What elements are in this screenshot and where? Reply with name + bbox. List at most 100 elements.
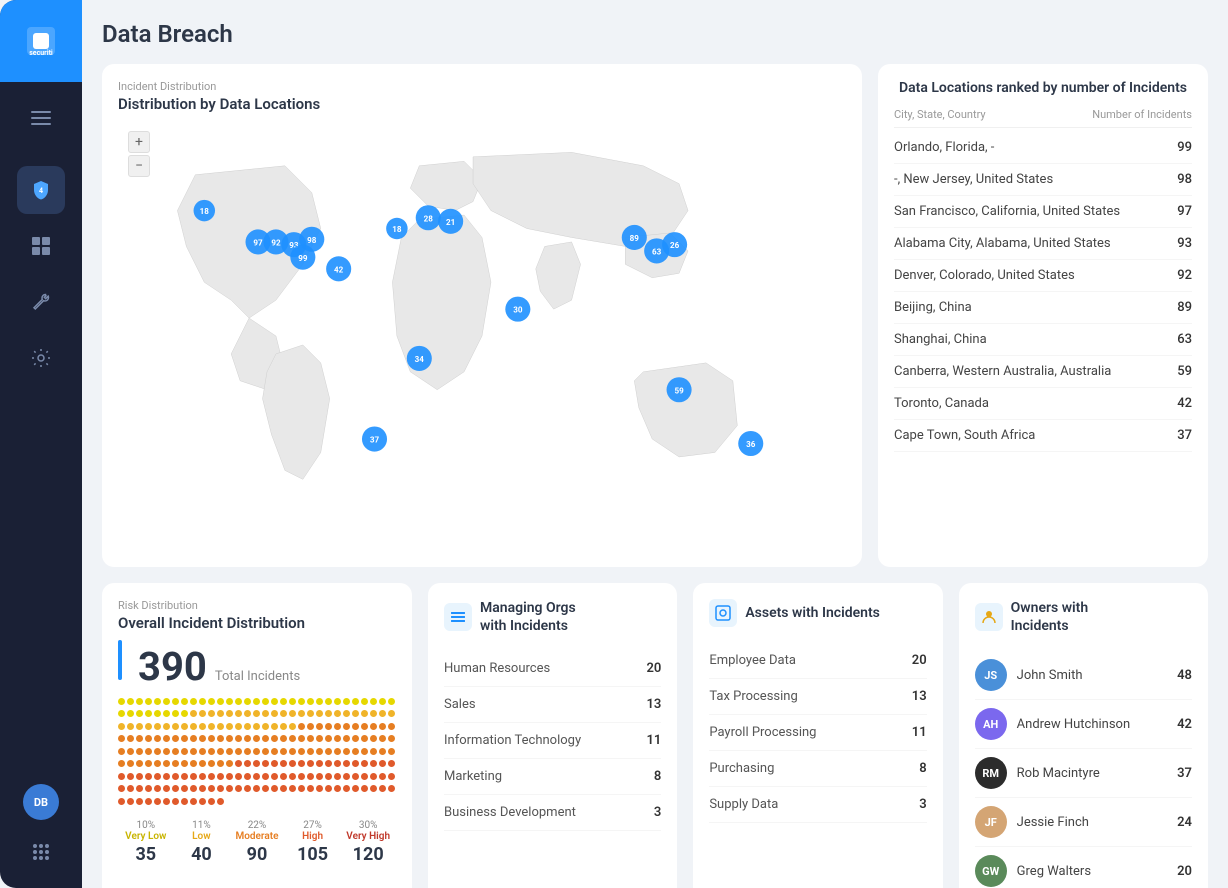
- user-avatar[interactable]: DB: [23, 784, 59, 820]
- dot: [325, 735, 332, 742]
- dot: [136, 698, 143, 705]
- sidebar-item-settings[interactable]: [17, 334, 65, 382]
- org-row: Marketing8: [444, 759, 661, 795]
- dot: [217, 798, 224, 805]
- dot: [253, 723, 260, 730]
- dot: [199, 698, 206, 705]
- dot: [352, 760, 359, 767]
- dot: [118, 723, 125, 730]
- dot: [343, 698, 350, 705]
- owner-name: Jessie Finch: [1017, 815, 1177, 830]
- hamburger-menu[interactable]: [17, 82, 65, 154]
- dot: [127, 785, 134, 792]
- locations-title: Data Locations ranked by number of Incid…: [894, 80, 1192, 96]
- location-count: 99: [1177, 140, 1192, 155]
- total-incidents: 390 Total Incidents: [118, 640, 396, 690]
- dot: [226, 698, 233, 705]
- dot: [343, 735, 350, 742]
- dot: [343, 760, 350, 767]
- sidebar-item-grid[interactable]: [17, 828, 65, 876]
- dot: [118, 735, 125, 742]
- header-city: City, State, Country: [894, 108, 986, 121]
- orgs-title: Managing Orgswith Incidents: [480, 599, 576, 635]
- location-name: Orlando, Florida, -: [894, 140, 1177, 155]
- dot: [352, 748, 359, 755]
- dot: [127, 723, 134, 730]
- sidebar-item-shield[interactable]: 4: [17, 166, 65, 214]
- dot: [334, 710, 341, 717]
- dot: [145, 748, 152, 755]
- owner-row: JF Jessie Finch 24: [975, 798, 1192, 847]
- dot: [316, 710, 323, 717]
- risk-bars: 10% Very Low 35 11% Low 40 22% Moderate …: [118, 820, 396, 865]
- dot: [235, 735, 242, 742]
- location-name: Alabama City, Alabama, United States: [894, 236, 1177, 251]
- dot: [361, 723, 368, 730]
- location-count: 93: [1177, 236, 1192, 251]
- dot: [172, 798, 179, 805]
- dot: [118, 760, 125, 767]
- dot: [370, 785, 377, 792]
- managing-orgs-card: Managing Orgswith Incidents Human Resour…: [428, 583, 677, 888]
- dot: [154, 798, 161, 805]
- dot: [127, 748, 134, 755]
- dot: [127, 760, 134, 767]
- sidebar-item-dashboard[interactable]: [17, 222, 65, 270]
- assets-card: Assets with Incidents Employee Data20Tax…: [693, 583, 942, 888]
- dot: [388, 773, 395, 780]
- owner-avatar: JS: [975, 659, 1007, 691]
- dot: [190, 698, 197, 705]
- risk-level-item: 10% Very Low 35: [118, 820, 174, 865]
- asset-name: Purchasing: [709, 761, 774, 776]
- owner-row: RM Rob Macintyre 37: [975, 749, 1192, 798]
- zoom-out-button[interactable]: −: [128, 155, 150, 177]
- dot: [298, 773, 305, 780]
- dot: [127, 735, 134, 742]
- dot: [352, 785, 359, 792]
- dot: [262, 785, 269, 792]
- dot: [181, 785, 188, 792]
- dot: [154, 785, 161, 792]
- svg-text:99: 99: [298, 254, 308, 263]
- dot: [253, 735, 260, 742]
- header-incidents: Number of Incidents: [1092, 108, 1192, 121]
- dot: [181, 735, 188, 742]
- svg-text:21: 21: [446, 218, 455, 227]
- dot: [388, 735, 395, 742]
- dot: [217, 710, 224, 717]
- dot: [145, 760, 152, 767]
- dot: [271, 785, 278, 792]
- dot: [154, 773, 161, 780]
- dot: [190, 735, 197, 742]
- dot: [235, 773, 242, 780]
- risk-label: Risk Distribution: [118, 599, 396, 612]
- map-zoom-controls: + −: [128, 131, 150, 177]
- dot: [118, 698, 125, 705]
- asset-row: Tax Processing13: [709, 679, 926, 715]
- sidebar-item-tools[interactable]: [17, 278, 65, 326]
- dot: [190, 773, 197, 780]
- dot: [379, 785, 386, 792]
- owner-count: 20: [1177, 864, 1192, 879]
- dot: [289, 698, 296, 705]
- dot: [145, 785, 152, 792]
- zoom-in-button[interactable]: +: [128, 131, 150, 153]
- dot: [325, 748, 332, 755]
- dot: [271, 735, 278, 742]
- total-number: 390: [138, 643, 207, 690]
- dot: [235, 698, 242, 705]
- dot: [199, 773, 206, 780]
- dot: [388, 748, 395, 755]
- risk-distribution-card: Risk Distribution Overall Incident Distr…: [102, 583, 412, 888]
- dot: [388, 698, 395, 705]
- dot: [163, 785, 170, 792]
- dot: [289, 710, 296, 717]
- dot: [226, 735, 233, 742]
- owner-avatar: RM: [975, 757, 1007, 789]
- dot: [307, 773, 314, 780]
- dot: [262, 735, 269, 742]
- dot: [370, 698, 377, 705]
- dot: [334, 773, 341, 780]
- asset-name: Employee Data: [709, 653, 796, 668]
- dot: [379, 735, 386, 742]
